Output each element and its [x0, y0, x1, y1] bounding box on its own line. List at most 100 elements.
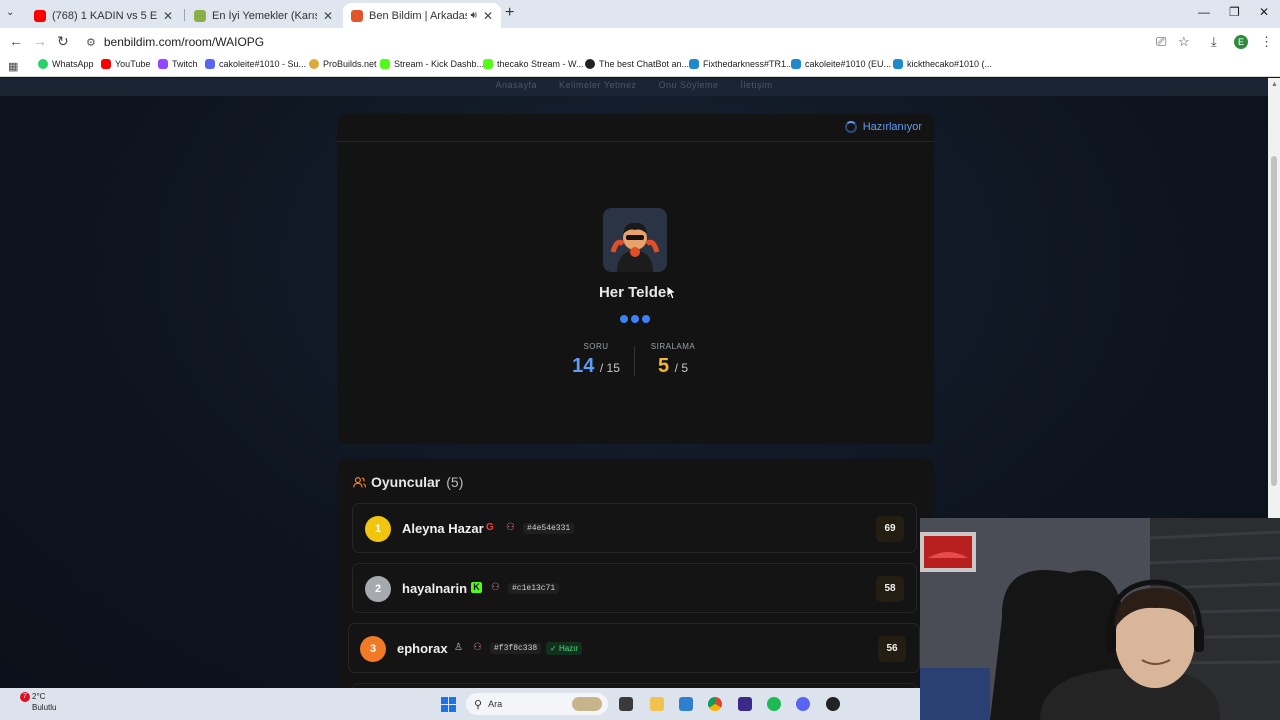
card-header: Hazırlanıyor — [337, 114, 934, 142]
question-stat: SORU 14 / 15 — [556, 342, 636, 378]
spotify-icon[interactable] — [767, 697, 781, 711]
players-count: (5) — [446, 474, 464, 490]
players-title: Oyuncular — [371, 474, 441, 490]
player-tag: #f3f8c338 — [490, 643, 542, 654]
nav-kelimeler-yetmez[interactable]: Kelimeler Yetmez — [559, 80, 637, 96]
chrome-icon[interactable] — [708, 697, 722, 711]
bookmark-label: Stream - Kick Dashb... — [394, 59, 485, 69]
install-app-icon[interactable]: ⎚ — [1156, 34, 1166, 50]
kick-icon — [483, 59, 493, 69]
player-score: 58 — [876, 576, 904, 602]
back-icon[interactable]: ← — [9, 33, 23, 49]
close-window-icon[interactable]: ✕ — [1259, 5, 1269, 19]
bookmark-label: YouTube — [115, 59, 151, 69]
player-score: 69 — [876, 516, 904, 542]
bookmark-star-icon[interactable]: ☆ — [1178, 34, 1190, 50]
nav-home[interactable]: Anasayfa — [495, 80, 537, 96]
nav-iletisim[interactable]: İletişim — [741, 80, 773, 96]
outlook-icon[interactable] — [679, 697, 693, 711]
weather-badge: 7 — [20, 692, 30, 702]
bookmark-kick-stream[interactable]: thecako Stream - W... — [483, 59, 584, 69]
tab-search-icon[interactable]: ⌄ — [6, 7, 14, 18]
bookmark-chatbot[interactable]: The best ChatBot an... — [585, 59, 689, 69]
bookmark-twitch[interactable]: Twitch — [158, 59, 198, 69]
rank-badge: 1 — [365, 516, 391, 542]
bookmark-label: ProBuilds.net — [323, 59, 377, 69]
bookmark-label: kickthecako#1010 (... — [907, 59, 993, 69]
forward-icon[interactable]: → — [33, 33, 47, 49]
download-icon[interactable]: ⤓ — [1211, 34, 1217, 50]
bookmark-probuilds[interactable]: ProBuilds.net — [309, 59, 377, 69]
league-icon — [893, 59, 903, 69]
player-row[interactable]: 1 Aleyna Hazar G ⚇ #4e54e331 69 — [352, 503, 917, 553]
add-friend-icon[interactable]: ⚇ — [491, 582, 500, 593]
player-tag: #c1e13c71 — [508, 583, 560, 594]
kick-icon — [380, 59, 390, 69]
new-tab-button[interactable]: + — [505, 4, 514, 22]
close-tab-icon[interactable]: ✕ — [323, 9, 333, 23]
app-icon[interactable] — [826, 697, 840, 711]
file-explorer-icon[interactable] — [650, 697, 664, 711]
player-row[interactable]: 2 hayalnarin K ⚇ #c1e13c71 58 — [352, 563, 917, 613]
bookmark-label: thecako Stream - W... — [497, 59, 584, 69]
nav-onu-soyleme[interactable]: Onu Söyleme — [659, 80, 719, 96]
game-status-card: Hazırlanıyor Her Telder SORU 14 / 15 SIR… — [337, 114, 934, 444]
speaker-icon[interactable]: 🔊︎ — [471, 10, 477, 21]
game-status: Hazırlanıyor — [844, 121, 922, 133]
windows-start-icon[interactable] — [441, 697, 456, 712]
current-player-avatar — [603, 208, 667, 272]
bookmark-youtube[interactable]: YouTube — [101, 59, 150, 69]
cartoon-avatar-icon — [603, 208, 667, 272]
bookmark-kickthecako[interactable]: kickthecako#1010 (... — [893, 59, 992, 69]
add-friend-icon[interactable]: ⚇ — [473, 642, 482, 653]
temperature: 2°C — [32, 692, 46, 701]
rank-stat: SIRALAMA 5 / 5 — [633, 342, 713, 378]
bookmark-label: cakoleite#1010 - Su... — [219, 59, 307, 69]
typing-dots-icon — [620, 315, 650, 323]
players-card: Oyuncular (5) 1 Aleyna Hazar G ⚇ #4e54e3… — [337, 459, 934, 688]
taskbar-search[interactable]: ⚲ Ara — [466, 693, 608, 715]
minimize-icon[interactable]: — — [1198, 5, 1210, 19]
weather-condition: Bulutlu — [32, 703, 57, 712]
bookmark-label: The best ChatBot an... — [599, 59, 690, 69]
bookmark-kick-dashboard[interactable]: Stream - Kick Dashb... — [380, 59, 484, 69]
bookmark-cakoleite-eu[interactable]: cakoleite#1010 (EU... — [791, 59, 891, 69]
address-bar[interactable]: ⚙ benbildim.com/room/WAIOPG — [80, 31, 1160, 53]
add-friend-icon[interactable]: ⚇ — [506, 522, 515, 533]
bookmark-fixthedarkness[interactable]: Fixthedarkness#TR1... — [689, 59, 794, 69]
player-score: 56 — [878, 636, 906, 662]
player-name: hayalnarin — [402, 581, 468, 596]
apps-grid-icon[interactable]: ▦ — [8, 60, 18, 73]
profile-avatar[interactable]: E — [1234, 35, 1248, 49]
question-total: / 15 — [599, 361, 620, 375]
player-row[interactable]: 3 ephorax ♙ ⚇ #f3f8c338 ✓ Hazır 56 — [348, 623, 920, 673]
users-icon — [353, 476, 366, 487]
scroll-up-arrow-icon[interactable]: ▲ — [1271, 81, 1278, 88]
webcam-feed — [920, 518, 1280, 720]
tab-title: Ben Bildim | Arkadaşlarınla — [369, 9, 467, 22]
rank-badge: 3 — [360, 636, 386, 662]
search-placeholder: Ara — [488, 699, 503, 709]
close-tab-icon[interactable]: ✕ — [483, 9, 493, 23]
google-icon: G — [486, 522, 494, 533]
mouse-cursor-icon — [667, 286, 677, 300]
menu-icon[interactable]: ⋮ — [1260, 34, 1273, 50]
bookmark-discord-su[interactable]: cakoleite#1010 - Su... — [205, 59, 306, 69]
weather-widget[interactable]: 7 2°C Bulutlu — [18, 692, 56, 712]
discord-icon[interactable] — [796, 697, 810, 711]
reload-icon[interactable]: ↻ — [57, 33, 69, 50]
close-tab-icon[interactable]: ✕ — [163, 9, 173, 23]
bookmark-whatsapp[interactable]: WhatsApp — [38, 59, 94, 69]
tab-youtube[interactable]: (768) 1 KADIN vs 5 ERKEK| KIYA ✕ — [26, 3, 181, 28]
tab-benbildim[interactable]: Ben Bildim | Arkadaşlarınla 🔊︎ ✕ — [343, 3, 501, 28]
scrollbar-thumb[interactable] — [1271, 156, 1277, 486]
vs-icon[interactable] — [738, 697, 752, 711]
url-text[interactable]: benbildim.com/room/WAIOPG — [104, 35, 264, 49]
task-view-icon[interactable] — [619, 697, 633, 711]
ready-label: Hazır — [558, 644, 579, 653]
player-tag: #4e54e331 — [523, 523, 575, 534]
restore-icon[interactable]: ❐ — [1229, 5, 1240, 19]
tab-tier-list[interactable]: En İyi Yemekler (Karışık) - Tier L ✕ — [186, 3, 341, 28]
kick-icon: K — [471, 582, 482, 593]
site-info-icon[interactable]: ⚙ — [86, 36, 96, 49]
